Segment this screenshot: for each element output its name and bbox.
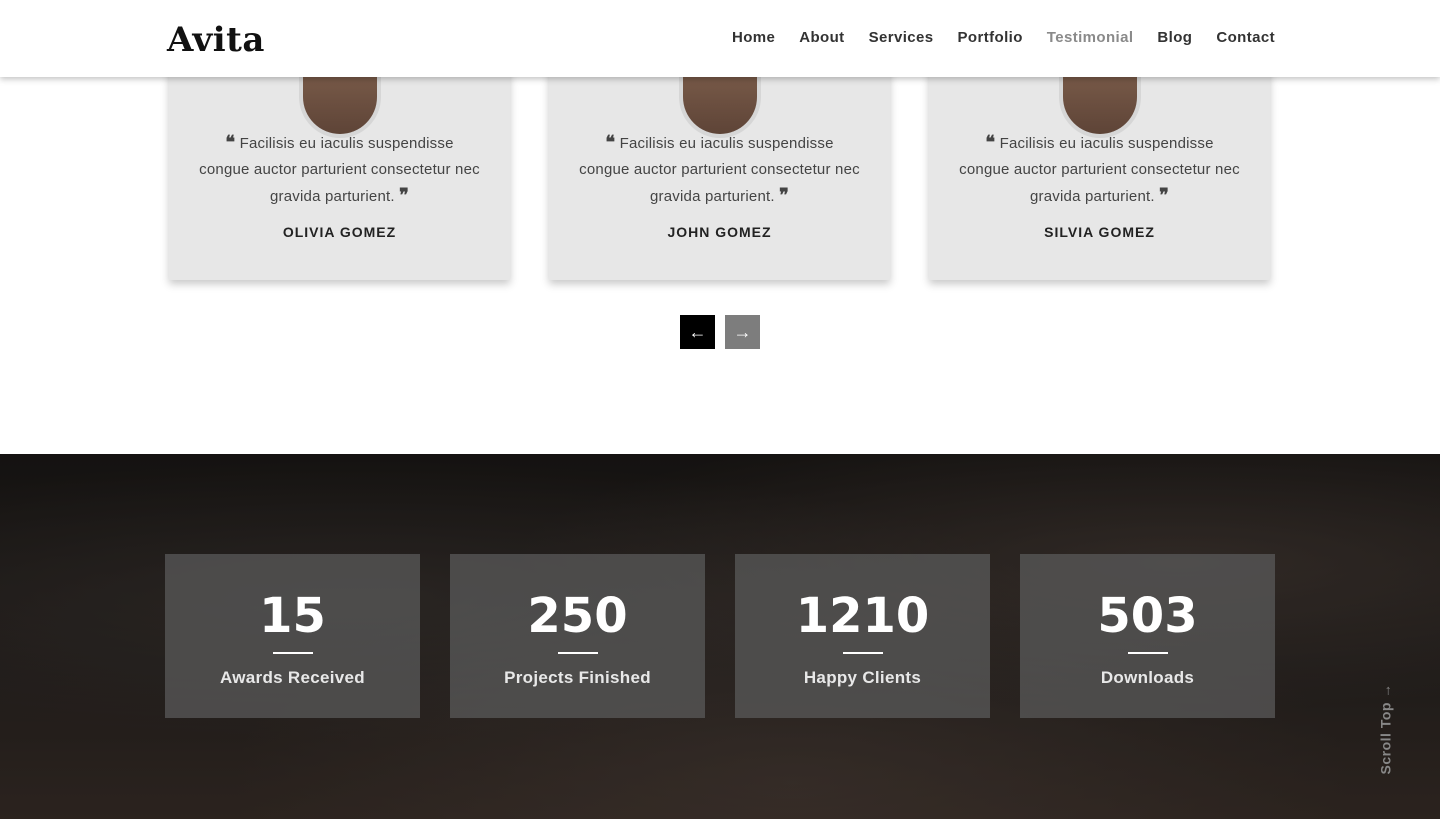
quote-open-icon: ❝	[605, 132, 616, 153]
quote-text: Facilisis eu iaculis suspendisse congue …	[959, 135, 1240, 205]
stat-value: 1210	[795, 588, 930, 644]
divider	[1128, 652, 1168, 654]
navbar: Avita Home About Services Portfolio Test…	[0, 0, 1440, 77]
stat-label: Awards Received	[220, 668, 365, 687]
testimonial-quote: ❝ Facilisis eu iaculis suspendisse congu…	[579, 130, 860, 210]
carousel-next-button[interactable]: →	[725, 315, 760, 349]
testimonial-quote: ❝ Facilisis eu iaculis suspendisse congu…	[199, 130, 480, 210]
testimonial-quote: ❝ Facilisis eu iaculis suspendisse congu…	[959, 130, 1240, 210]
quote-open-icon: ❝	[985, 132, 996, 153]
stat-label: Downloads	[1100, 668, 1195, 687]
stat-value: 503	[1097, 588, 1198, 644]
nav-item-testimonial[interactable]: Testimonial	[1047, 27, 1134, 49]
scroll-top-button[interactable]: Scroll Top →	[1350, 674, 1420, 784]
stat-card: 1210 Happy Clients	[735, 554, 990, 718]
divider	[843, 652, 883, 654]
nav-item-services[interactable]: Services	[869, 27, 934, 49]
nav-menu: Home About Services Portfolio Testimonia…	[732, 27, 1275, 49]
quote-close-icon: ❞	[779, 185, 789, 206]
divider	[273, 652, 313, 654]
arrow-left-icon: ←	[688, 321, 707, 342]
arrow-right-icon: →	[733, 321, 752, 342]
stat-card: 250 Projects Finished	[450, 554, 705, 718]
scroll-top-label: Scroll Top	[1377, 702, 1394, 775]
divider	[558, 652, 598, 654]
stat-label: Happy Clients	[803, 668, 922, 687]
testimonial-author: OLIVIA GOMEZ	[282, 224, 397, 240]
stat-value: 250	[527, 588, 628, 644]
stat-card: 503 Downloads	[1020, 554, 1275, 718]
stat-label: Projects Finished	[504, 668, 651, 687]
arrow-up-icon: →	[1377, 683, 1394, 699]
nav-item-about[interactable]: About	[799, 27, 844, 49]
brand-logo[interactable]: Avita	[167, 20, 265, 60]
testimonial-author: SILVIA GOMEZ	[1044, 224, 1155, 240]
quote-text: Facilisis eu iaculis suspendisse congue …	[199, 135, 480, 205]
quote-open-icon: ❝	[225, 132, 236, 153]
nav-item-home[interactable]: Home	[732, 27, 775, 49]
nav-item-portfolio[interactable]: Portfolio	[958, 27, 1023, 49]
nav-item-contact[interactable]: Contact	[1216, 27, 1275, 49]
carousel-prev-button[interactable]: ←	[680, 315, 715, 349]
quote-close-icon: ❞	[1159, 185, 1169, 206]
testimonial-author: JOHN GOMEZ	[667, 224, 772, 240]
quote-text: Facilisis eu iaculis suspendisse congue …	[579, 135, 860, 205]
stat-value: 15	[259, 588, 326, 644]
stats-section: 15 Awards Received 250 Projects Finished…	[0, 454, 1440, 819]
stat-card: 15 Awards Received	[165, 554, 420, 718]
nav-item-blog[interactable]: Blog	[1157, 27, 1192, 49]
quote-close-icon: ❞	[399, 185, 409, 206]
